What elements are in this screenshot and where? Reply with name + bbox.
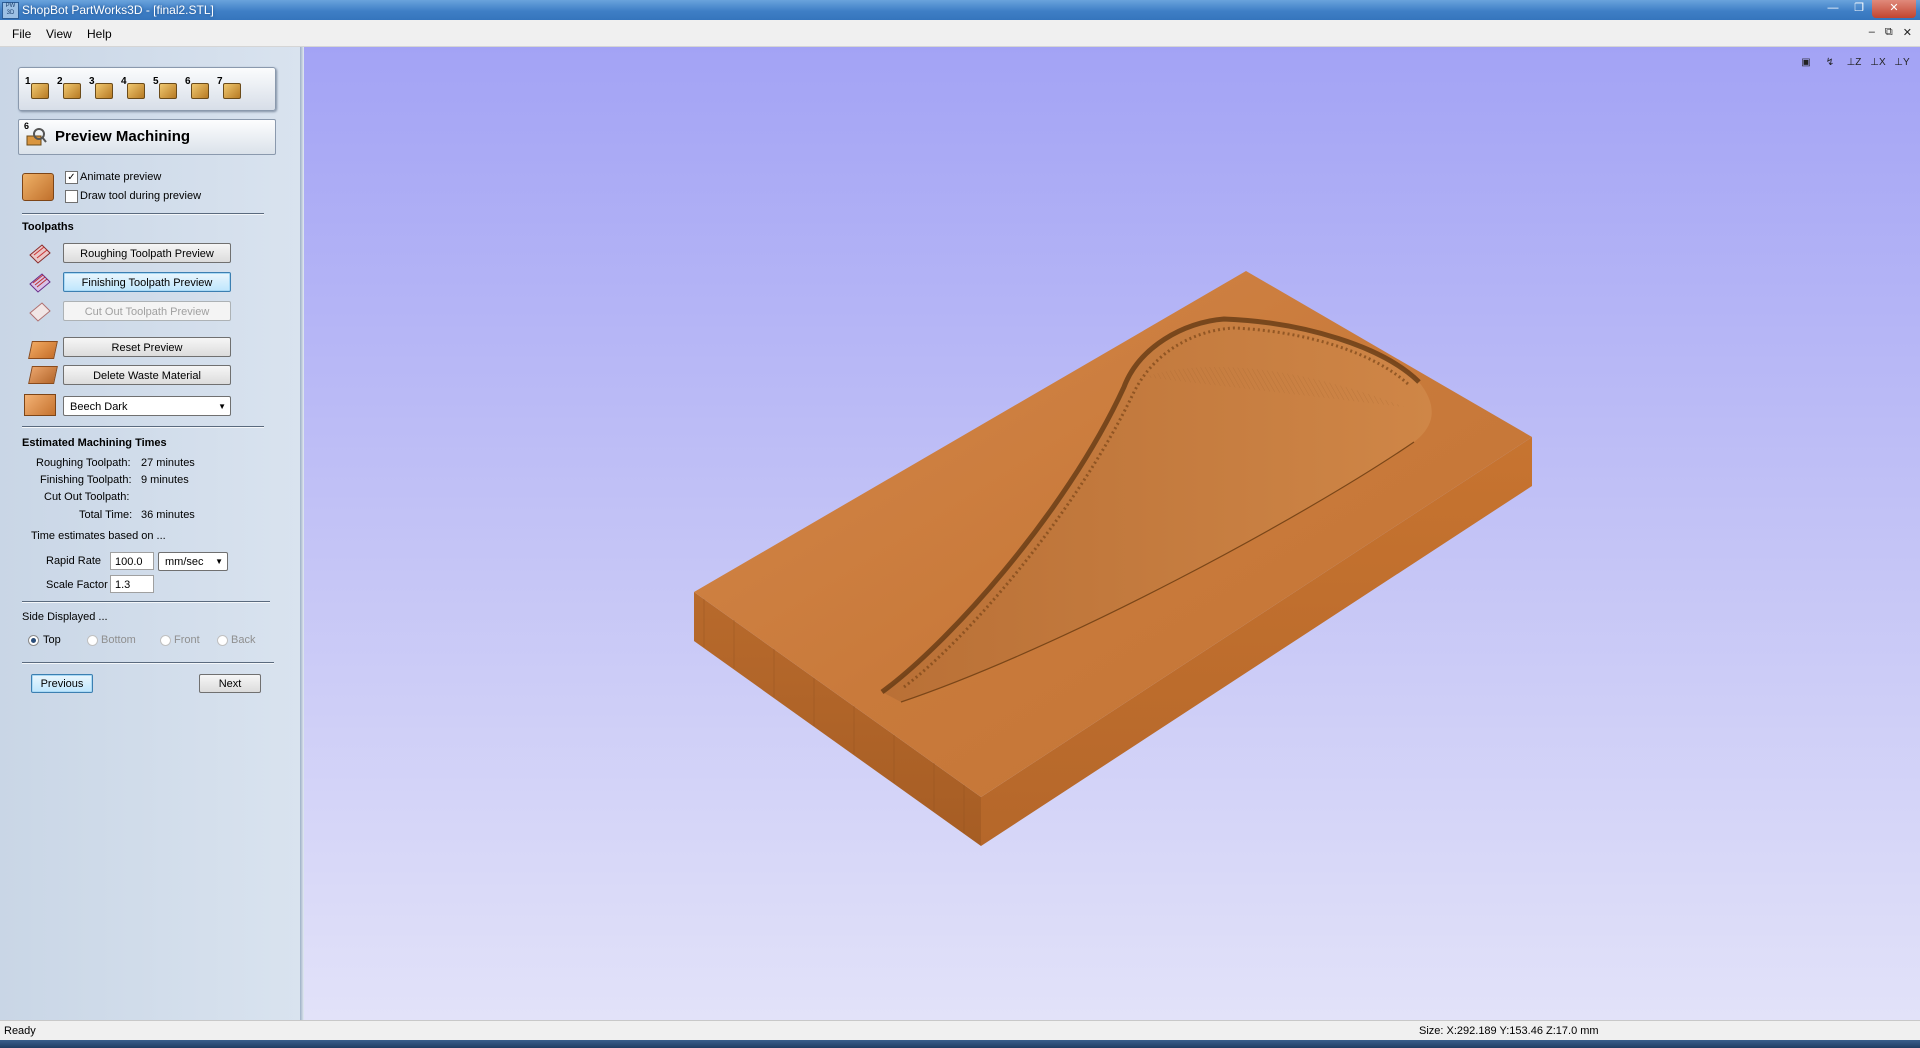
cutout-preview-button[interactable]: Cut Out Toolpath Preview <box>63 301 231 321</box>
step-6-icon[interactable]: 6 <box>185 76 209 100</box>
next-button[interactable]: Next <box>199 674 261 693</box>
status-text: Ready <box>4 1025 36 1037</box>
step-2-icon[interactable]: 2 <box>57 76 81 100</box>
divider <box>22 662 274 664</box>
cutout-toolpath-icon <box>28 301 52 323</box>
menu-help[interactable]: Help <box>87 27 112 41</box>
total-time-label: Total Time: <box>79 509 133 521</box>
material-swatch <box>24 394 56 416</box>
side-displayed-header: Side Displayed ... <box>22 611 108 623</box>
finishing-toolpath-icon <box>28 272 52 294</box>
menu-view[interactable]: View <box>46 27 72 41</box>
side-bottom-radio[interactable] <box>87 635 98 646</box>
scale-factor-label: Scale Factor <box>46 579 108 591</box>
doc-restore-icon[interactable]: ⧉ <box>1885 26 1893 39</box>
chevron-down-icon: ▼ <box>215 557 223 566</box>
animate-preview-label: Animate preview <box>80 171 162 183</box>
draw-tool-checkbox[interactable] <box>65 190 78 203</box>
roughing-time-value: 27 minutes <box>141 457 195 469</box>
window-title: ShopBot PartWorks3D - [final2.STL] <box>22 3 214 17</box>
taskbar <box>0 1040 1920 1048</box>
step-1-icon[interactable]: 1 <box>25 76 49 100</box>
page-step-number: 6 <box>24 121 30 131</box>
animate-preview-checkbox[interactable]: ✓ <box>65 171 78 184</box>
maximize-icon[interactable]: ❐ <box>1846 0 1872 18</box>
side-back-label: Back <box>231 634 256 646</box>
finishing-time-label: Finishing Toolpath: <box>40 474 132 486</box>
step-3-icon[interactable]: 3 <box>89 76 113 100</box>
step-4-icon[interactable]: 4 <box>121 76 145 100</box>
divider <box>22 426 264 428</box>
divider <box>22 213 264 215</box>
app-icon: PW 3D <box>2 2 19 19</box>
scale-factor-input[interactable]: 1.3 <box>110 575 154 593</box>
material-select[interactable]: Beech Dark ▼ <box>63 396 231 416</box>
toolpaths-header: Toolpaths <box>22 221 74 233</box>
reset-preview-icon <box>28 341 58 359</box>
side-top-label: Top <box>43 634 61 646</box>
machining-times-header: Estimated Machining Times <box>22 437 167 449</box>
rapid-unit-select[interactable]: mm/sec ▼ <box>158 552 228 571</box>
rapid-rate-label: Rapid Rate <box>46 555 102 567</box>
delete-waste-button[interactable]: Delete Waste Material <box>63 365 231 385</box>
side-back-radio[interactable] <box>217 635 228 646</box>
side-front-radio[interactable] <box>160 635 171 646</box>
reset-preview-button[interactable]: Reset Preview <box>63 337 231 357</box>
window-controls: — ❐ ✕ <box>1820 0 1916 18</box>
left-panel: 1 2 3 4 5 6 7 6 Preview Machining ✓ Anim… <box>0 47 300 1020</box>
step-toolbar: 1 2 3 4 5 6 7 <box>18 67 276 111</box>
preview-options-icon <box>22 173 54 201</box>
minimize-icon[interactable]: — <box>1820 0 1846 18</box>
step-7-icon[interactable]: 7 <box>217 76 241 100</box>
time-estimates-note: Time estimates based on ... <box>31 530 166 542</box>
menu-file[interactable]: File <box>12 27 31 41</box>
doc-close-icon[interactable]: ✕ <box>1903 26 1912 39</box>
close-icon[interactable]: ✕ <box>1872 0 1916 18</box>
rapid-rate-input[interactable]: 100.0 <box>110 552 154 570</box>
delete-waste-icon <box>28 366 58 384</box>
finishing-time-value: 9 minutes <box>141 474 189 486</box>
roughing-time-label: Roughing Toolpath: <box>36 457 131 469</box>
title-bar: PW 3D ShopBot PartWorks3D - [final2.STL]… <box>0 0 1920 20</box>
doc-minimize-icon[interactable]: – <box>1869 26 1875 39</box>
total-time-value: 36 minutes <box>141 509 195 521</box>
roughing-preview-button[interactable]: Roughing Toolpath Preview <box>63 243 231 263</box>
3d-viewport[interactable]: ▣ ↯ ⊥Z ⊥X ⊥Y <box>304 47 1920 1020</box>
divider <box>22 601 270 603</box>
side-bottom-label: Bottom <box>101 634 136 646</box>
side-front-label: Front <box>174 634 200 646</box>
page-title: Preview Machining <box>55 128 191 145</box>
draw-tool-label: Draw tool during preview <box>80 190 202 202</box>
roughing-toolpath-icon <box>28 243 52 265</box>
step-5-icon[interactable]: 5 <box>153 76 177 100</box>
chevron-down-icon: ▼ <box>218 402 226 411</box>
finishing-preview-button[interactable]: Finishing Toolpath Preview <box>63 272 231 292</box>
model-size-readout: Size: X:292.189 Y:153.46 Z:17.0 mm <box>1419 1025 1599 1037</box>
machined-part-model[interactable] <box>304 47 1920 1020</box>
page-header: 6 Preview Machining <box>18 119 276 155</box>
menu-bar: File View Help – ⧉ ✕ <box>0 20 1920 47</box>
side-top-radio[interactable] <box>28 635 39 646</box>
previous-button[interactable]: Previous <box>31 674 93 693</box>
cutout-time-label: Cut Out Toolpath: <box>44 491 130 503</box>
status-bar: Ready Size: X:292.189 Y:153.46 Z:17.0 mm <box>0 1020 1920 1041</box>
document-window-controls: – ⧉ ✕ <box>1869 26 1912 39</box>
